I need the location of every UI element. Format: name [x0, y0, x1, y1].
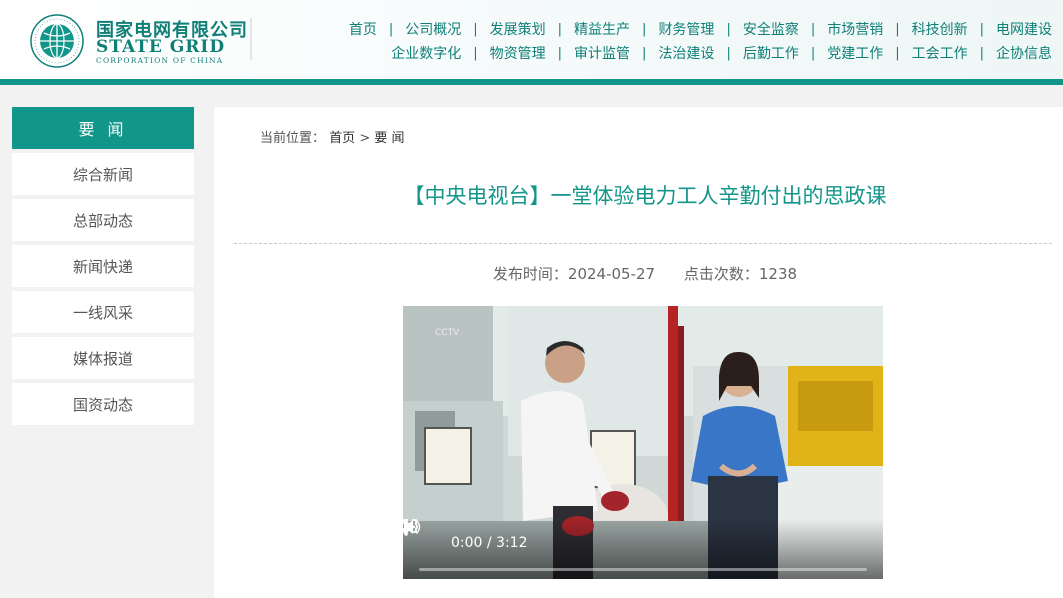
nav-row1-3[interactable]: 精益生产	[562, 19, 642, 39]
site-header: 国家电网有限公司 STATE GRID CORPORATION OF CHINA…	[0, 0, 1063, 79]
sidebar-item-headquarters[interactable]: 总部动态	[12, 199, 194, 241]
title-divider	[234, 243, 1052, 244]
nav-row1-5[interactable]: 安全监察	[731, 19, 811, 39]
logo-english-name: STATE GRID	[96, 37, 226, 57]
breadcrumb-home-link[interactable]: 首页	[329, 131, 355, 146]
sidebar: 要 闻 综合新闻 总部动态 新闻快递 一线风采 媒体报道 国资动态	[12, 107, 194, 425]
nav-row2-5[interactable]: 党建工作	[815, 43, 895, 63]
video-progress-bar[interactable]	[419, 568, 867, 571]
nav-row1-7[interactable]: 科技创新	[900, 19, 980, 39]
nav-row2-4[interactable]: 后勤工作	[731, 43, 811, 63]
publish-date: 发布时间：2024-05-27	[492, 265, 656, 283]
nav-row-1: 首页 | 公司概况 | 发展策划 | 精益生产 | 财务管理 | 安全监察 | 市场营销 | 科技创新 | 电网…	[283, 17, 1063, 41]
click-count: 点击次数：1238	[683, 265, 798, 283]
sidebar-item-sasac-news[interactable]: 国资动态	[12, 383, 194, 425]
nav-row1-1[interactable]: 公司概况	[393, 19, 473, 39]
sidebar-item-news-express[interactable]: 新闻快递	[12, 245, 194, 287]
article-meta: 发布时间：2024-05-27 点击次数：1238	[214, 263, 1063, 284]
nav-row1-6[interactable]: 市场营销	[815, 19, 895, 39]
sidebar-item-comprehensive-news[interactable]: 综合新闻	[12, 153, 194, 195]
breadcrumb: 当前位置： 首页 > 要 闻	[260, 127, 405, 146]
nav-row1-4[interactable]: 财务管理	[646, 19, 726, 39]
article-content: 当前位置： 首页 > 要 闻 【中央电视台】一堂体验电力工人辛勤付出的思政课 发…	[214, 107, 1063, 598]
nav-row2-2[interactable]: 审计监管	[562, 43, 642, 63]
article-title: 【中央电视台】一堂体验电力工人辛勤付出的思政课	[403, 184, 887, 208]
video-player[interactable]: CCTV 0:00 / 3:12	[403, 306, 883, 579]
nav-row2-7[interactable]: 企协信息	[984, 43, 1063, 63]
nav-row1-8[interactable]: 电网建设	[984, 19, 1063, 39]
nav-row1-2[interactable]: 发展策划	[478, 19, 558, 39]
nav-row2-6[interactable]: 工会工作	[900, 43, 980, 63]
sidebar-item-media-reports[interactable]: 媒体报道	[12, 337, 194, 379]
state-grid-emblem-icon	[30, 14, 84, 68]
breadcrumb-current[interactable]: 要 闻	[374, 131, 404, 146]
logo-english-subtitle: CORPORATION OF CHINA	[96, 56, 224, 65]
more-options-icon[interactable]	[403, 519, 409, 537]
video-controls: 0:00 / 3:12	[403, 519, 883, 579]
logo-divider	[250, 18, 252, 60]
site-logo[interactable]: 国家电网有限公司 STATE GRID CORPORATION OF CHINA	[26, 12, 247, 68]
nav-row-2: 企业数字化 | 物资管理 | 审计监管 | 法治建设 | 后勤工作 | 党建工作 | 工会工作 | 企协信息	[283, 41, 1063, 65]
sidebar-title[interactable]: 要 闻	[12, 107, 194, 149]
sidebar-item-frontline[interactable]: 一线风采	[12, 291, 194, 333]
nav-row1-0[interactable]: 首页	[337, 19, 389, 39]
breadcrumb-prefix: 当前位置：	[260, 131, 326, 146]
header-accent-bar	[0, 79, 1063, 85]
video-time: 0:00 / 3:12	[451, 535, 528, 551]
main-nav: 首页 | 公司概况 | 发展策划 | 精益生产 | 财务管理 | 安全监察 | 市场营销 | 科技创新 | 电网…	[283, 17, 1063, 65]
video-watermark: CCTV	[435, 328, 460, 338]
nav-row2-1[interactable]: 物资管理	[478, 43, 558, 63]
nav-row2-0[interactable]: 企业数字化	[379, 43, 473, 63]
breadcrumb-separator: >	[359, 131, 371, 146]
nav-row2-3[interactable]: 法治建设	[646, 43, 726, 63]
